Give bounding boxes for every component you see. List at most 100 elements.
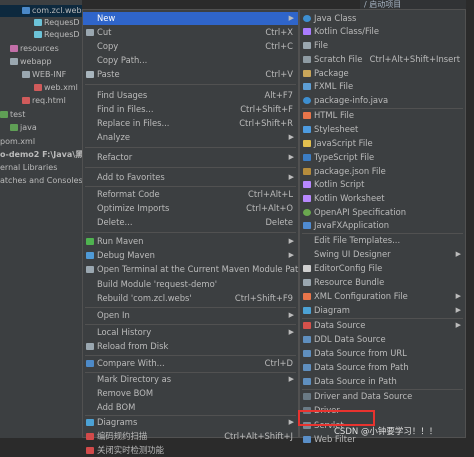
menu-item-add-to-favorites[interactable]: Add to Favorites ▶ xyxy=(83,171,298,184)
menu-item-replace-in-files[interactable]: Replace in Files... Ctrl+Shift+R xyxy=(83,117,298,130)
menu-item-mark-directory-as[interactable]: Mark Directory as ▶ xyxy=(83,373,298,386)
tree-row[interactable]: o-demo2 F:\Java\黑马 xyxy=(0,149,82,161)
menu-item-cut[interactable]: Cut Ctrl+X xyxy=(83,26,298,39)
tree-row[interactable]: resources xyxy=(0,43,59,55)
new-item-kotlin-script[interactable]: Kotlin Script xyxy=(300,178,465,191)
menu-item-label: Driver and Data Source xyxy=(314,391,413,401)
new-item-data-source[interactable]: Data Source ▶ xyxy=(300,319,465,332)
new-item-xml-configuration-file[interactable]: XML Configuration File ▶ xyxy=(300,290,465,303)
new-item-kotlin-class-file[interactable]: Kotlin Class/File xyxy=(300,25,465,38)
new-item-stylesheet[interactable]: Stylesheet xyxy=(300,123,465,136)
new-item-typescript-file[interactable]: TypeScript File xyxy=(300,151,465,164)
menu-item-copy[interactable]: Copy Ctrl+C xyxy=(83,40,298,53)
menu-item-item[interactable]: 编码规约扫描 Ctrl+Alt+Shift+J xyxy=(83,430,298,443)
menu-item-label: DDL Data Source xyxy=(314,334,386,344)
menu-item-reformat-code[interactable]: Reformat Code Ctrl+Alt+L xyxy=(83,188,298,201)
new-item-java-class[interactable]: Java Class xyxy=(300,12,465,25)
new-item-javafxapplication[interactable]: JavaFXApplication xyxy=(300,219,465,232)
tree-row-label: ernal Libraries xyxy=(0,163,58,172)
tree-row[interactable]: atches and Consoles xyxy=(0,175,82,187)
menu-item-build-module-request-demo[interactable]: Build Module 'request-demo' xyxy=(83,278,298,291)
menu-item-find-usages[interactable]: Find Usages Alt+F7 xyxy=(83,89,298,102)
new-item-fxml-file[interactable]: FXML File xyxy=(300,80,465,93)
menu-item-label: Resource Bundle xyxy=(314,277,385,287)
menu-item-shortcut: Ctrl+V xyxy=(265,69,293,79)
menu-item-new[interactable]: New ▶ xyxy=(83,12,298,25)
new-item-data-source-from-url[interactable]: Data Source from URL xyxy=(300,347,465,360)
menu-item-delete[interactable]: Delete... Delete xyxy=(83,216,298,229)
menu-item-label: Data Source in Path xyxy=(314,376,397,386)
tree-row[interactable]: com.zcl.webs xyxy=(0,5,82,17)
new-item-html-file[interactable]: HTML File xyxy=(300,109,465,122)
new-item-javascript-file[interactable]: JavaScript File xyxy=(300,137,465,150)
menu-item-label: JavaScript File xyxy=(314,138,373,148)
menu-item-run-maven[interactable]: Run Maven ▶ xyxy=(83,235,298,248)
menu-item-copy-path[interactable]: Copy Path... xyxy=(83,54,298,67)
tree-row[interactable]: ernal Libraries xyxy=(0,162,57,174)
new-item-package-info-java[interactable]: package-info.java xyxy=(300,94,465,107)
tree-row[interactable]: req.html xyxy=(0,95,66,107)
javafx-icon xyxy=(303,222,311,229)
menu-item-label: Remove BOM xyxy=(97,388,154,398)
tree-row-label: pom.xml xyxy=(0,137,36,146)
menu-item-local-history[interactable]: Local History ▶ xyxy=(83,326,298,339)
new-item-ddl-data-source[interactable]: DDL Data Source xyxy=(300,333,465,346)
tree-row-label: RequesD xyxy=(44,30,80,39)
tree-row[interactable]: WEB-INF xyxy=(0,69,66,81)
menu-item-debug-maven[interactable]: Debug Maven ▶ xyxy=(83,249,298,262)
tree-row[interactable]: RequesD xyxy=(0,29,80,41)
menu-item-refactor[interactable]: Refactor ▶ xyxy=(83,151,298,164)
submenu-arrow-icon: ▶ xyxy=(288,14,294,22)
menu-item-paste[interactable]: Paste Ctrl+V xyxy=(83,68,298,81)
new-item-edit-file-templates[interactable]: Edit File Templates... xyxy=(300,234,465,247)
menu-item-open-in[interactable]: Open In ▶ xyxy=(83,309,298,322)
tree-row[interactable]: web.xml xyxy=(0,82,78,94)
project-tree[interactable]: com.zcl.webs RequesD RequesD resources webap… xyxy=(0,0,82,438)
tree-row[interactable]: test xyxy=(0,109,25,121)
menu-item-remove-bom[interactable]: Remove BOM xyxy=(83,387,298,400)
menu-item-shortcut: Ctrl+Alt+Shift+Insert xyxy=(369,54,460,64)
submenu-arrow-icon: ▶ xyxy=(288,153,294,161)
menu-item-find-in-files[interactable]: Find in Files... Ctrl+Shift+F xyxy=(83,103,298,116)
new-item-diagram[interactable]: Diagram ▶ xyxy=(300,304,465,317)
menu-item-compare-with[interactable]: Compare With... Ctrl+D xyxy=(83,357,298,370)
new-item-package[interactable]: Package xyxy=(300,67,465,80)
new-item-kotlin-worksheet[interactable]: Kotlin Worksheet xyxy=(300,192,465,205)
new-item-scratch-file[interactable]: Scratch File Ctrl+Alt+Shift+Insert xyxy=(300,53,465,66)
ddl-data-source-icon xyxy=(303,336,311,343)
menu-item-label: Data Source xyxy=(314,320,366,330)
tree-row-label: resources xyxy=(20,44,59,53)
menu-item-diagrams[interactable]: Diagrams ▶ xyxy=(83,416,298,429)
xml-config-icon xyxy=(303,293,311,300)
new-item-driver-and-data-source[interactable]: Driver and Data Source xyxy=(300,390,465,403)
new-item-package-json-file[interactable]: package.json File xyxy=(300,165,465,178)
tree-row[interactable]: webapp xyxy=(0,56,52,68)
menu-item-open-terminal-at-the-current-maven-module-path[interactable]: Open Terminal at the Current Maven Modul… xyxy=(83,263,304,276)
menu-item-add-bom[interactable]: Add BOM xyxy=(83,401,298,414)
menu-item-shortcut: Ctrl+D xyxy=(264,358,293,368)
new-item-editorconfig-file[interactable]: EditorConfig File xyxy=(300,262,465,275)
new-item-openapi-specification[interactable]: OpenAPI Specification xyxy=(300,206,465,219)
tree-row[interactable]: java xyxy=(0,122,37,134)
new-item-data-source-from-path[interactable]: Data Source from Path xyxy=(300,361,465,374)
new-item-file[interactable]: File xyxy=(300,39,465,52)
menu-item-label: JavaFXApplication xyxy=(314,220,390,230)
tree-row[interactable]: pom.xml xyxy=(0,136,35,148)
in-path-data-source-icon xyxy=(303,378,311,385)
diagram-icon xyxy=(303,307,311,314)
new-item-resource-bundle[interactable]: Resource Bundle xyxy=(300,276,465,289)
typescript-icon xyxy=(303,154,311,161)
menu-item-label: Cut xyxy=(97,27,112,37)
menu-item-rebuild-com-zcl-webs[interactable]: Rebuild 'com.zcl.webs' Ctrl+Shift+F9 xyxy=(83,292,298,305)
new-item-swing-ui-designer[interactable]: Swing UI Designer ▶ xyxy=(300,248,465,261)
menu-item-reload-from-disk[interactable]: Reload from Disk xyxy=(83,340,298,353)
menu-item-item[interactable]: 关闭实时检测功能 xyxy=(83,444,298,457)
menu-item-optimize-imports[interactable]: Optimize Imports Ctrl+Alt+O xyxy=(83,202,298,215)
menu-item-shortcut: Ctrl+Shift+F9 xyxy=(234,293,293,303)
context-menu: New ▶ Cut Ctrl+X Copy Ctrl+C Copy Path... Paste… xyxy=(82,9,304,455)
json-icon xyxy=(303,168,311,175)
new-item-data-source-in-path[interactable]: Data Source in Path xyxy=(300,375,465,388)
menu-item-analyze[interactable]: Analyze ▶ xyxy=(83,131,298,144)
data-source-icon xyxy=(303,322,311,329)
tree-row[interactable]: RequesD xyxy=(0,17,80,29)
